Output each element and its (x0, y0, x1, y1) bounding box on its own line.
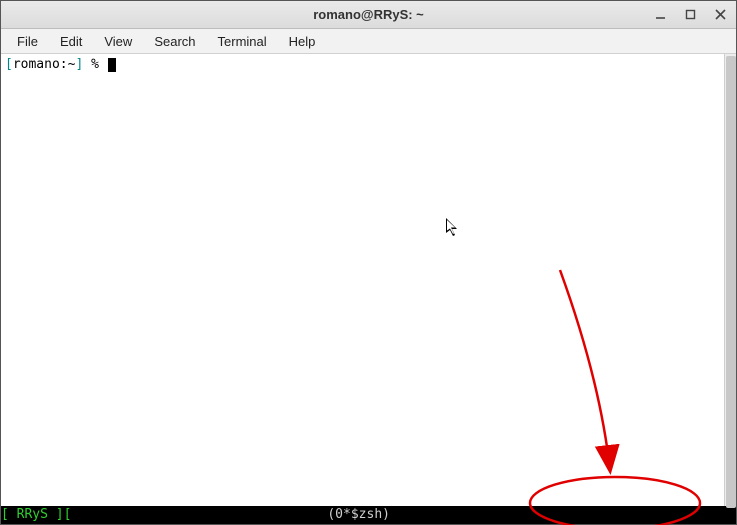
screen-statusbar: [ RRyS ][ (0*$zsh) ][ 06-09 17:48 ] (1, 506, 736, 524)
scrollbar[interactable] (724, 54, 736, 506)
scrollbar-thumb[interactable] (726, 56, 736, 508)
prompt-text: romano:~ (13, 57, 76, 72)
close-icon (715, 9, 726, 20)
menu-edit[interactable]: Edit (50, 31, 92, 52)
prompt-open-bracket: [ (5, 57, 13, 72)
menu-file[interactable]: File (7, 31, 48, 52)
menubar: File Edit View Search Terminal Help (1, 29, 736, 54)
minimize-icon (655, 9, 666, 20)
prompt-symbol: % (83, 57, 106, 72)
status-center: (0*$zsh) (71, 506, 645, 524)
close-button[interactable] (710, 5, 730, 23)
titlebar[interactable]: romano@RRyS: ~ (1, 1, 736, 29)
menu-terminal[interactable]: Terminal (208, 31, 277, 52)
text-cursor (108, 58, 116, 72)
terminal-area: [romano:~] % (1, 54, 736, 506)
status-host: RRyS (17, 506, 48, 524)
status-left-close: ][ (48, 506, 71, 524)
prompt-line: [romano:~] % (5, 56, 720, 74)
minimize-button[interactable] (650, 5, 670, 23)
menu-help[interactable]: Help (279, 31, 326, 52)
terminal-window: romano@RRyS: ~ File Edit View Search Ter… (0, 0, 737, 525)
menu-view[interactable]: View (94, 31, 142, 52)
terminal-body[interactable]: [romano:~] % (1, 54, 724, 506)
maximize-button[interactable] (680, 5, 700, 23)
window-controls (650, 5, 730, 23)
status-sep (693, 507, 709, 522)
menu-search[interactable]: Search (144, 31, 205, 52)
maximize-icon (685, 9, 696, 20)
status-left-open: [ (1, 506, 17, 524)
window-title: romano@RRyS: ~ (313, 7, 424, 22)
